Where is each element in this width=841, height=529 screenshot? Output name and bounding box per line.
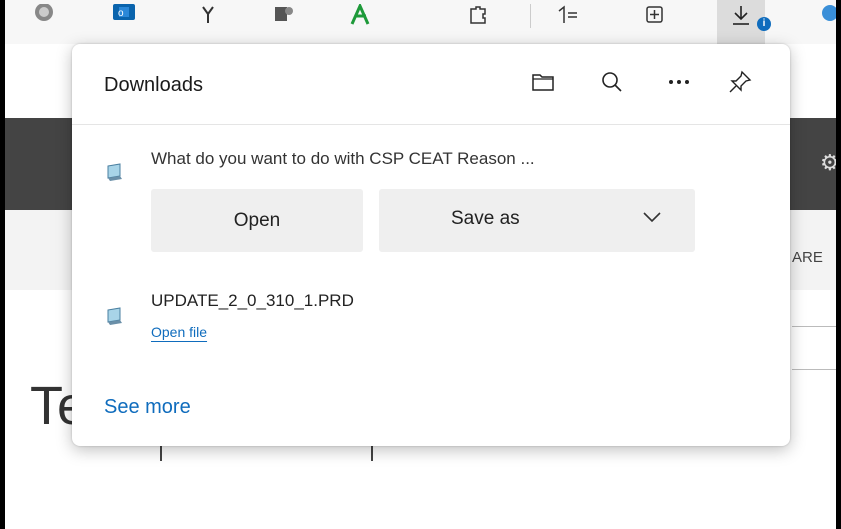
divider-line (792, 369, 836, 370)
green-extension-icon[interactable] (345, 0, 375, 30)
pin-icon[interactable] (724, 66, 756, 98)
header-divider (72, 124, 790, 125)
extension-icon[interactable] (29, 0, 59, 30)
puzzle-icon[interactable] (463, 0, 493, 30)
downloads-flyout: Downloads What do you want to do with CS… (72, 44, 790, 446)
flyout-title: Downloads (104, 74, 203, 96)
svg-text:o: o (118, 8, 124, 19)
screen: o i ⚙ ARE Te Downloads What do you want … (0, 0, 841, 529)
open-button[interactable]: Open (151, 189, 363, 252)
open-folder-icon[interactable] (527, 66, 559, 98)
info-badge-icon: i (757, 17, 771, 31)
collections-icon[interactable] (639, 0, 669, 30)
file-type-icon (107, 307, 122, 325)
downloaded-filename[interactable]: UPDATE_2_0_310_1.PRD (151, 291, 354, 311)
download-icon (733, 6, 749, 25)
see-more-link[interactable]: See more (104, 396, 191, 419)
nav-text[interactable]: ARE (792, 249, 823, 266)
download-prompt-text: What do you want to do with CSP CEAT Rea… (151, 149, 535, 168)
file-type-icon (107, 163, 122, 181)
browser-toolbar: o i (5, 0, 838, 44)
divider-line (792, 326, 836, 327)
key-icon[interactable] (193, 0, 223, 30)
favorites-icon[interactable] (553, 0, 583, 30)
save-as-button[interactable]: Save as (379, 189, 695, 252)
more-options-icon[interactable] (663, 66, 695, 98)
toolbar-separator (530, 4, 531, 28)
chevron-down-icon[interactable] (641, 206, 663, 228)
app-icon[interactable] (269, 0, 299, 30)
open-file-link[interactable]: Open file (151, 324, 207, 340)
search-icon[interactable] (596, 66, 628, 98)
outlook-icon[interactable]: o (109, 0, 139, 30)
window-border-right (836, 0, 841, 529)
save-as-label: Save as (451, 208, 520, 229)
window-border-left (0, 0, 5, 529)
